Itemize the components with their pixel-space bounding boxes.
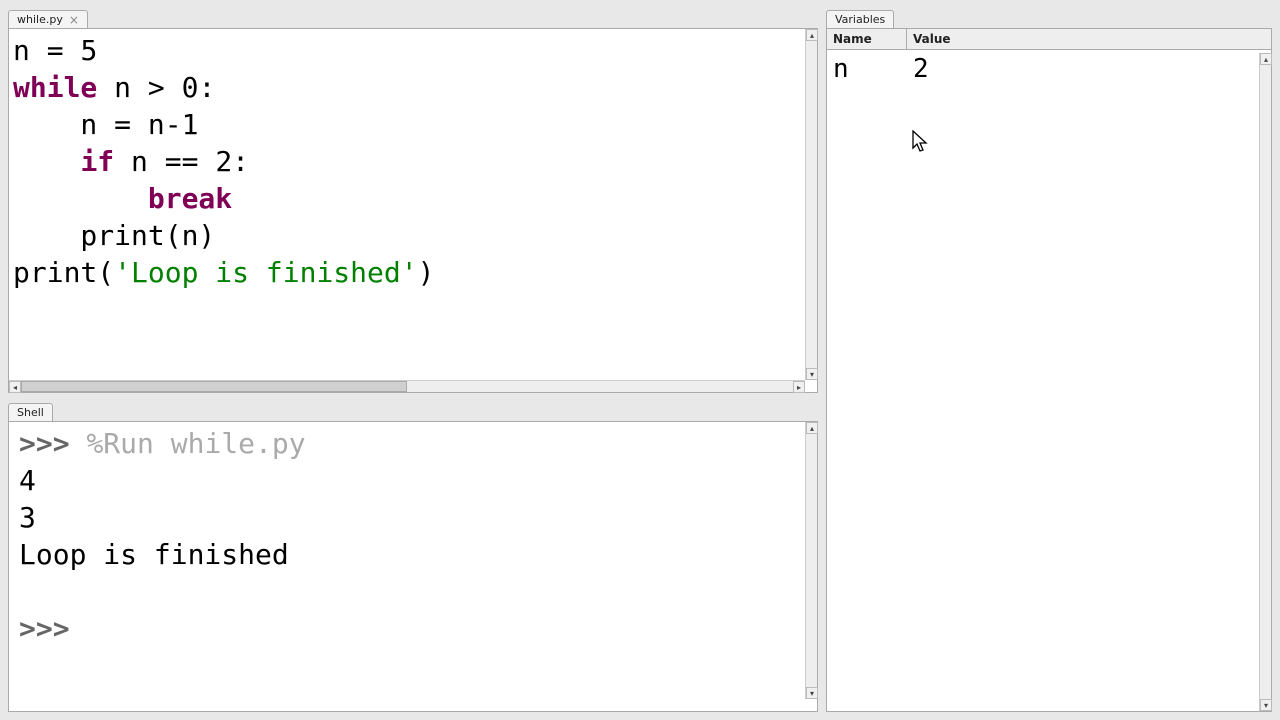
variables-col-value[interactable]: Value bbox=[907, 29, 1271, 49]
code-keyword: break bbox=[148, 182, 232, 215]
shell-tab-label: Shell bbox=[17, 406, 44, 419]
code-text: : bbox=[232, 145, 249, 178]
code-text bbox=[13, 182, 148, 215]
scroll-right-icon[interactable]: ▸ bbox=[793, 381, 805, 393]
shell-console[interactable]: >>> %Run while.py 4 3 Loop is finished >… bbox=[9, 422, 817, 711]
code-number: 5 bbox=[80, 34, 97, 67]
code-number: 0 bbox=[182, 71, 199, 104]
code-number: 1 bbox=[182, 108, 199, 141]
scroll-left-icon[interactable]: ◂ bbox=[9, 381, 21, 393]
variable-name: n bbox=[833, 54, 913, 84]
shell-output: Loop is finished bbox=[19, 538, 289, 571]
hscroll-thumb[interactable] bbox=[21, 381, 407, 392]
code-text: : bbox=[198, 71, 215, 104]
editor-tabstrip: while.py × bbox=[8, 8, 818, 28]
shell-vscrollbar[interactable]: ▴ ▾ bbox=[805, 422, 817, 699]
shell-frame: >>> %Run while.py 4 3 Loop is finished >… bbox=[8, 421, 818, 712]
editor-vscrollbar[interactable]: ▴ ▾ bbox=[805, 29, 817, 380]
shell-tab[interactable]: Shell bbox=[8, 403, 53, 421]
variables-tab[interactable]: Variables bbox=[826, 10, 894, 28]
code-text bbox=[13, 145, 80, 178]
variables-col-name[interactable]: Name bbox=[827, 29, 907, 49]
variables-header: Name Value bbox=[827, 29, 1271, 50]
close-icon[interactable]: × bbox=[69, 14, 79, 26]
scroll-up-icon[interactable]: ▴ bbox=[806, 29, 818, 41]
shell-panel: Shell >>> %Run while.py 4 3 Loop is fini… bbox=[8, 401, 818, 712]
variables-tab-label: Variables bbox=[835, 13, 885, 26]
variable-row[interactable]: n 2 bbox=[827, 50, 1271, 88]
right-column: Variables Name Value n 2 bbox=[826, 8, 1272, 712]
variables-frame: Name Value n 2 ▴ ▾ bbox=[826, 28, 1272, 712]
code-text: n = n- bbox=[13, 108, 182, 141]
code-keyword: while bbox=[13, 71, 97, 104]
scroll-down-icon[interactable]: ▾ bbox=[806, 687, 818, 699]
code-text: n = bbox=[13, 34, 80, 67]
code-text: n > bbox=[97, 71, 181, 104]
code-text: print( bbox=[13, 256, 114, 289]
variables-body: n 2 bbox=[827, 50, 1271, 711]
scroll-up-icon[interactable]: ▴ bbox=[1260, 53, 1272, 65]
variables-tabstrip: Variables bbox=[826, 8, 1272, 28]
left-column: while.py × n = 5 while n > 0: n = n-1 if… bbox=[8, 8, 818, 712]
editor-panel: while.py × n = 5 while n > 0: n = n-1 if… bbox=[8, 8, 818, 393]
mouse-cursor-icon bbox=[912, 130, 928, 154]
shell-output: 3 bbox=[19, 501, 36, 534]
code-keyword: if bbox=[80, 145, 114, 178]
scroll-down-icon[interactable]: ▾ bbox=[1260, 699, 1272, 711]
editor-tab-while[interactable]: while.py × bbox=[8, 10, 88, 28]
hscroll-track[interactable] bbox=[21, 381, 793, 392]
shell-output: 4 bbox=[19, 464, 36, 497]
editor-frame: n = 5 while n > 0: n = n-1 if n == 2: br… bbox=[8, 28, 818, 393]
code-number: 2 bbox=[215, 145, 232, 178]
editor-tab-label: while.py bbox=[17, 13, 63, 26]
shell-run-command: %Run while.py bbox=[86, 427, 305, 460]
variable-value: 2 bbox=[913, 54, 1265, 84]
shell-prompt: >>> bbox=[19, 427, 70, 460]
code-text: print(n) bbox=[13, 219, 215, 252]
scroll-up-icon[interactable]: ▴ bbox=[806, 422, 818, 434]
editor-hscrollbar[interactable]: ◂ ▸ bbox=[9, 380, 805, 392]
code-text: ) bbox=[418, 256, 435, 289]
shell-tabstrip: Shell bbox=[8, 401, 818, 421]
variables-vscrollbar[interactable]: ▴ ▾ bbox=[1259, 53, 1271, 711]
code-editor[interactable]: n = 5 while n > 0: n = n-1 if n == 2: br… bbox=[9, 29, 817, 392]
ide-workspace: while.py × n = 5 while n > 0: n = n-1 if… bbox=[0, 0, 1280, 720]
shell-prompt: >>> bbox=[19, 612, 70, 645]
code-text: n == bbox=[114, 145, 215, 178]
code-string: 'Loop is finished' bbox=[114, 256, 417, 289]
scroll-down-icon[interactable]: ▾ bbox=[806, 368, 818, 380]
variables-panel: Variables Name Value n 2 bbox=[826, 8, 1272, 712]
